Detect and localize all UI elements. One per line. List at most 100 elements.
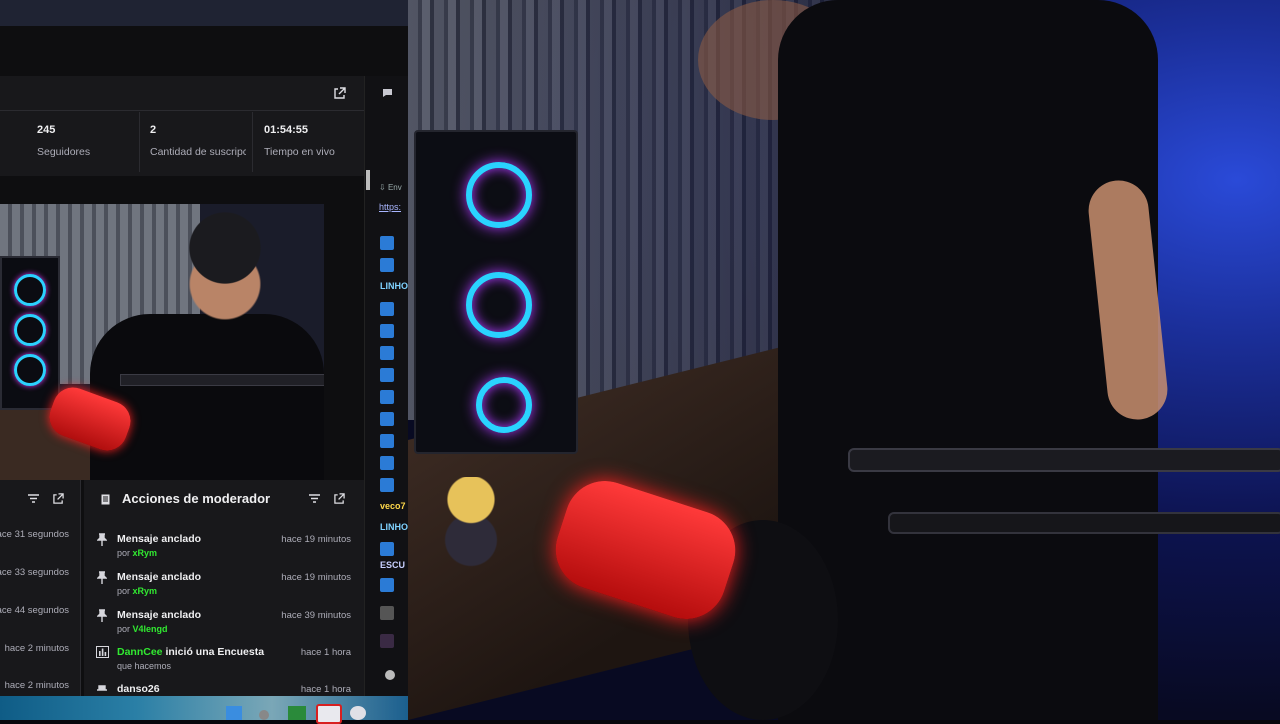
- pinned-label: ⇩ Env: [379, 183, 402, 192]
- kick-badge-icon: [380, 456, 394, 470]
- chat-username[interactable]: LINHO: [380, 522, 408, 532]
- chat-panel: ⇩ Env https: LINHO veco7 LINHO ESCU: [364, 76, 408, 696]
- activity-time: hace 33 segundos: [0, 567, 69, 578]
- windows-start-icon[interactable]: [226, 706, 242, 720]
- action-text: danso26: [117, 683, 160, 695]
- rgb-fan: [476, 377, 532, 433]
- moderator-username[interactable]: xRym: [133, 586, 158, 596]
- os-taskbar: [0, 696, 408, 720]
- action-by: por xRym: [117, 548, 158, 558]
- mod-action-row[interactable]: Mensaje anclado por xRym hace 19 minutos: [84, 567, 364, 605]
- stream-stats-panel: 245 Seguidores 2 Cantidad de suscripcion…: [0, 76, 364, 176]
- window-titlebar: [0, 0, 408, 26]
- rgb-fan: [466, 162, 532, 228]
- mic-boom-arm: [888, 512, 1280, 534]
- streamer-head: [170, 212, 280, 332]
- kick-badge-icon: [380, 258, 394, 272]
- action-text: Mensaje anclado: [117, 533, 202, 545]
- kick-badge-icon: [380, 434, 394, 448]
- panel-header: [0, 76, 364, 111]
- stat-subscriptions: 2 Cantidad de suscripciones: [139, 112, 253, 172]
- kick-badge-icon: [380, 542, 394, 556]
- activity-time: hace 44 segundos: [0, 605, 69, 616]
- opera-icon[interactable]: [316, 704, 342, 724]
- mod-action-row[interactable]: Mensaje anclado por xRym hace 19 minutos: [84, 529, 364, 567]
- chat-username[interactable]: veco7: [380, 501, 406, 511]
- action-time: hace 19 minutos: [281, 534, 351, 545]
- rgb-fan: [14, 354, 46, 386]
- activity-time: hace 2 minutos: [4, 680, 69, 691]
- pin-icon: [95, 609, 109, 623]
- stat-live-time: 01:54:55 Tiempo en vivo: [252, 112, 364, 172]
- kick-badge-icon: [380, 412, 394, 426]
- emote-icon: [380, 634, 394, 648]
- live-time: 01:54:55: [264, 124, 309, 136]
- action-by: por V4lengd: [117, 624, 168, 634]
- mod-action-row[interactable]: DannCee inició una Encuesta que hacemos …: [84, 642, 364, 680]
- kick-badge-icon: [380, 368, 394, 382]
- hat-icon: [95, 683, 109, 697]
- subs-count: 2: [150, 124, 157, 136]
- mic-boom-arm: [120, 374, 324, 386]
- document-icon: [98, 490, 112, 508]
- moderator-username[interactable]: V4lengd: [133, 624, 168, 634]
- pin-icon: [95, 533, 109, 547]
- activity-feed: hace 31 segundos hace 33 segundos hace 4…: [0, 480, 81, 696]
- poll-icon: [95, 646, 109, 660]
- followers-label: Seguidores: [37, 146, 91, 158]
- kick-badge-icon: [380, 302, 394, 316]
- search-icon[interactable]: [259, 710, 269, 720]
- action-time: hace 19 minutos: [281, 572, 351, 583]
- stream-preview[interactable]: [0, 204, 324, 480]
- popout-icon[interactable]: [49, 489, 67, 507]
- action-text: Mensaje anclado: [117, 571, 202, 583]
- mic-boom-arm: [848, 448, 1280, 472]
- chat-username[interactable]: LINHO: [380, 281, 408, 291]
- kick-badge-icon: [380, 578, 394, 592]
- creator-dashboard: 245 Seguidores 2 Cantidad de suscripcion…: [0, 0, 408, 720]
- scrollbar[interactable]: [366, 170, 370, 190]
- kick-badge-icon: [380, 236, 394, 250]
- action-by: por xRym: [117, 586, 158, 596]
- kick-badge-icon: [380, 390, 394, 404]
- rgb-fan: [14, 274, 46, 306]
- popout-icon[interactable]: [330, 489, 348, 507]
- pc-case: [414, 130, 578, 567]
- webcam-video: [408, 0, 1280, 720]
- moderator-username[interactable]: DannCee: [117, 646, 163, 658]
- subs-label: Cantidad de suscripciones: [150, 146, 246, 158]
- pin-icon: [95, 571, 109, 585]
- panel-title: Acciones de moderador: [122, 491, 271, 506]
- action-time: hace 1 hora: [300, 684, 351, 695]
- popout-icon[interactable]: [331, 84, 349, 102]
- app-icon[interactable]: [350, 706, 366, 720]
- xbox-icon[interactable]: [288, 706, 306, 720]
- action-text: DannCee inició una Encuesta: [117, 646, 265, 658]
- poll-question: que hacemos: [117, 661, 172, 671]
- mod-action-row[interactable]: Mensaje anclado por V4lengd hace 39 minu…: [84, 605, 364, 643]
- live-time-label: Tiempo en vivo: [264, 146, 335, 158]
- chat-bubble-icon[interactable]: [380, 84, 394, 102]
- activity-time: hace 31 segundos: [0, 529, 69, 540]
- rgb-fan: [466, 272, 532, 338]
- figurine: [436, 477, 506, 567]
- moderator-username[interactable]: xRym: [133, 548, 158, 558]
- kick-badge-icon: [380, 324, 394, 338]
- kick-badge-icon: [380, 346, 394, 360]
- filter-icon[interactable]: [305, 489, 323, 507]
- kick-badge-icon: [380, 478, 394, 492]
- stat-followers: 245 Seguidores: [0, 112, 140, 172]
- action-time: hace 1 hora: [300, 647, 351, 658]
- activity-time: hace 2 minutos: [4, 643, 69, 654]
- chat-username[interactable]: ESCU: [380, 560, 405, 570]
- pin-icon: ⇩: [379, 183, 386, 192]
- dashboard-header: [0, 26, 408, 76]
- pinned-link[interactable]: https:: [379, 202, 401, 212]
- filter-icon[interactable]: [24, 489, 42, 507]
- streamer: [90, 314, 324, 480]
- action-text: Mensaje anclado: [117, 609, 202, 621]
- emote-icon: [380, 606, 394, 620]
- settings-icon[interactable]: [385, 670, 395, 680]
- followers-count: 245: [37, 124, 56, 136]
- rgb-fan: [14, 314, 46, 346]
